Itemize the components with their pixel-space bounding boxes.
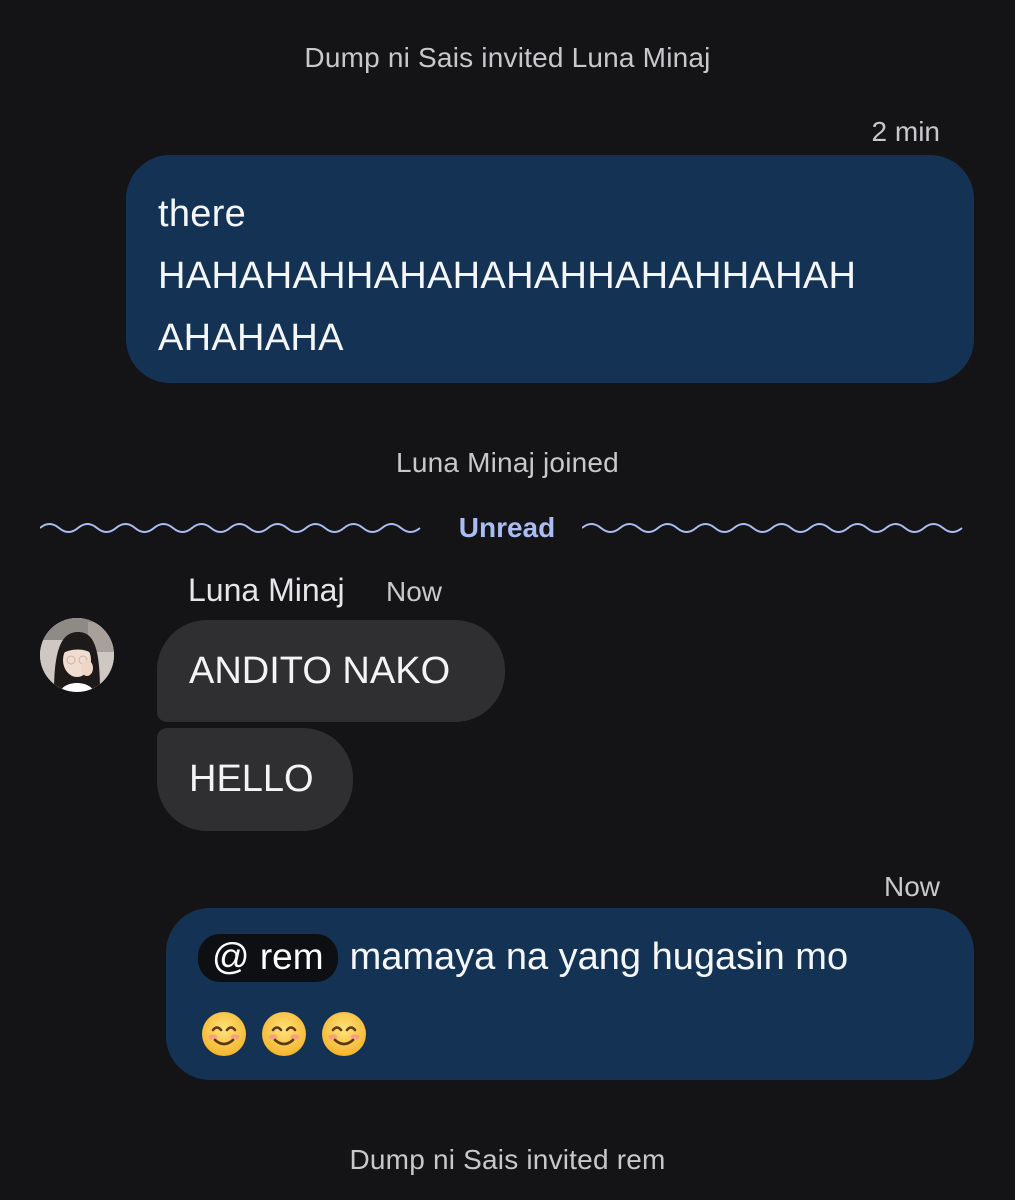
message-timestamp: 2 min	[871, 116, 940, 147]
avatar-photo	[40, 618, 114, 692]
sender-timestamp: Now	[386, 576, 443, 607]
message-line: HAHAHAHHAHAHAHAHHAHAHHAHAH	[158, 255, 857, 297]
message-timestamp: Now	[883, 871, 940, 902]
smiling-face-icon	[262, 1012, 306, 1056]
incoming-message-bubble[interactable]: ANDITO NAKO	[157, 620, 505, 722]
message-line: there	[158, 193, 247, 235]
message-text: HELLO	[189, 758, 314, 800]
incoming-message-bubble[interactable]: HELLO	[157, 728, 353, 831]
avatar[interactable]	[40, 618, 114, 692]
system-event-joined: Luna Minaj joined	[396, 447, 619, 478]
outgoing-message-bubble[interactable]: there HAHAHAHHAHAHAHAHHAHAHHAHAH AHAHAHA	[126, 155, 974, 383]
system-event-invite: Dump ni Sais invited rem	[349, 1144, 666, 1175]
unread-divider: Unread	[40, 508, 974, 548]
smiling-face-icon	[202, 1012, 246, 1056]
sender-name[interactable]: Luna Minaj	[188, 572, 345, 609]
system-event-invite: Dump ni Sais invited Luna Minaj	[304, 42, 711, 73]
message-text: mamaya na yang hugasin mo	[349, 936, 849, 978]
mention-chip[interactable]: @ rem	[198, 934, 338, 982]
wavy-line-right	[582, 523, 963, 533]
message-text: ANDITO NAKO	[189, 649, 451, 692]
emoji-row	[200, 1010, 368, 1058]
message-line: AHAHAHA	[158, 317, 344, 359]
outgoing-message-bubble[interactable]: @ rem mamaya na yang hugasin mo	[166, 908, 974, 1080]
smiling-face-icon	[322, 1012, 366, 1056]
